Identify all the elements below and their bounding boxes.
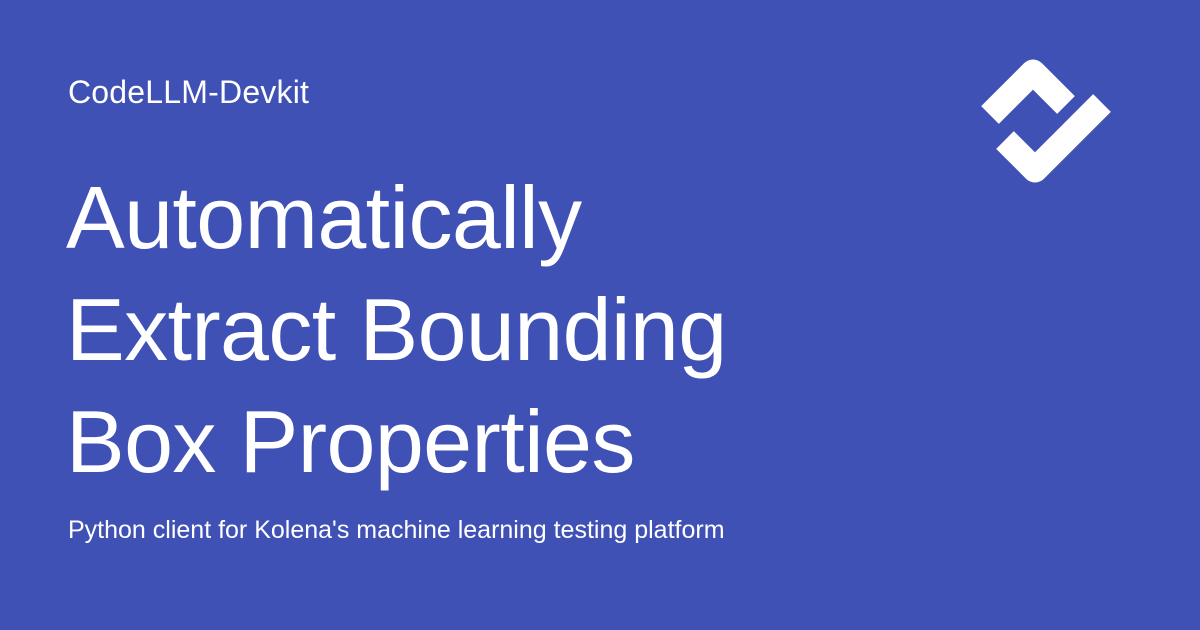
title-line: Extract Bounding [66, 280, 727, 379]
project-description: Python client for Kolena's machine learn… [68, 516, 725, 544]
title-line: Automatically [66, 168, 582, 267]
social-preview-card: CodeLLM-Devkit Automatically Extract Bou… [0, 0, 1200, 630]
page-title: Automatically Extract Bounding Box Prope… [66, 162, 1046, 498]
brand-name: CodeLLM-Devkit [68, 74, 310, 110]
title-line: Box Properties [66, 392, 635, 491]
